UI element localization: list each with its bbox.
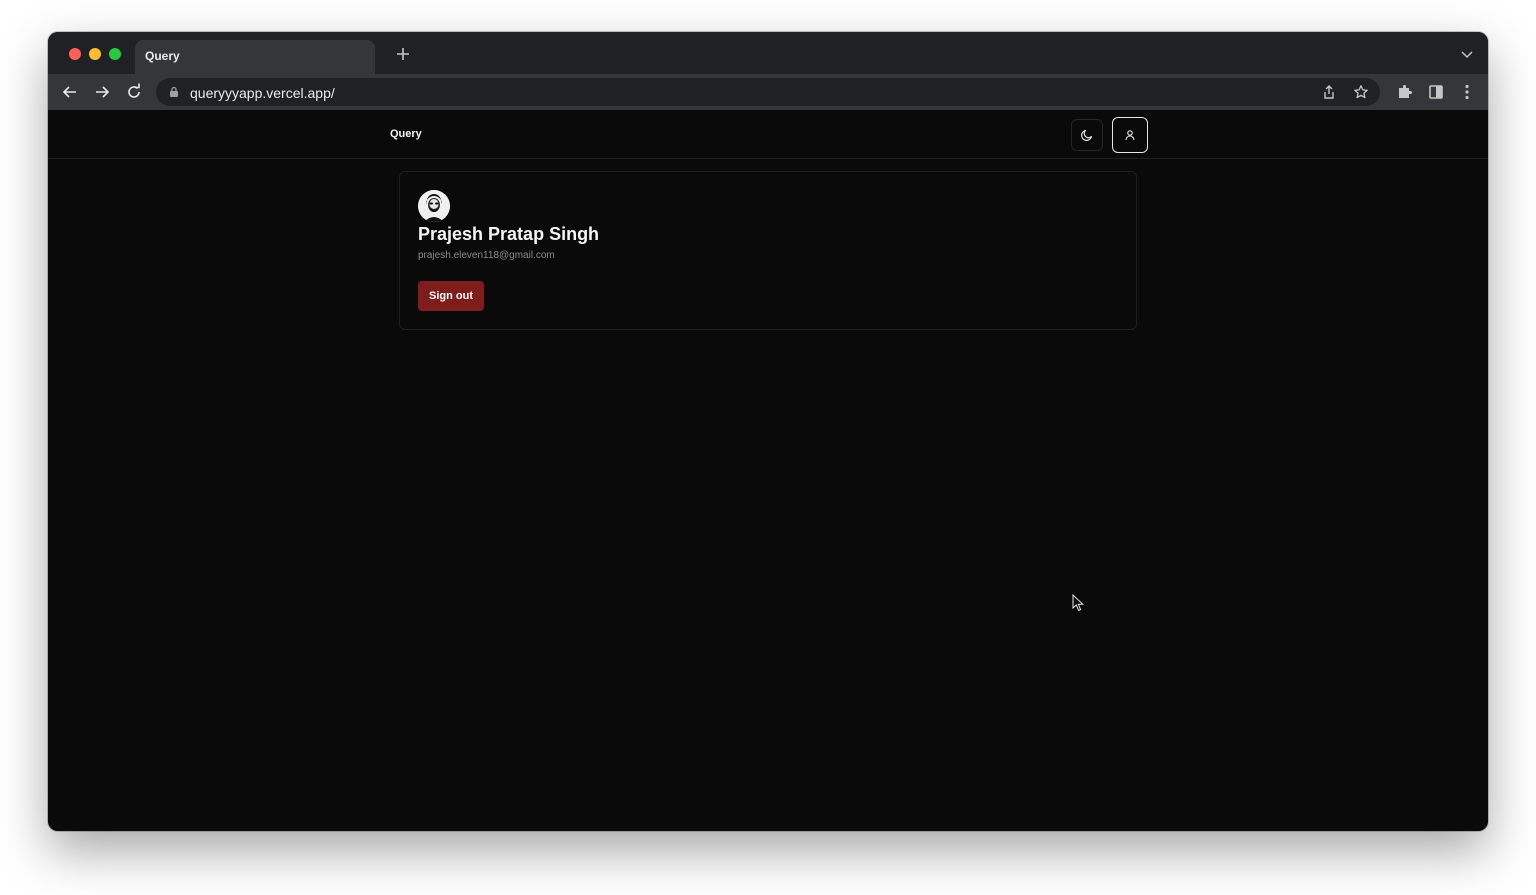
moon-icon — [1081, 129, 1093, 141]
forward-icon — [96, 86, 110, 98]
extensions-button[interactable] — [1395, 82, 1415, 102]
avatar-image — [418, 190, 450, 222]
tab-title: Query — [145, 49, 180, 63]
minimize-window-button[interactable] — [89, 48, 101, 60]
back-button[interactable] — [60, 82, 80, 102]
browser-window: Query queryyyapp.vercel.app/ Query Praje… — [48, 32, 1488, 831]
side-panel-button[interactable] — [1426, 82, 1446, 102]
more-vert-icon — [1465, 84, 1469, 100]
sign-out-button[interactable]: Sign out — [418, 281, 484, 311]
star-icon — [1354, 85, 1368, 99]
side-panel-icon — [1429, 85, 1443, 99]
close-window-button[interactable] — [69, 48, 81, 60]
tab-query[interactable]: Query — [135, 40, 375, 74]
tab-strip: Query — [48, 32, 1488, 74]
profile-button[interactable] — [1112, 117, 1148, 153]
reload-icon — [128, 83, 140, 98]
puzzle-icon — [1399, 85, 1412, 98]
web-page: Query Prajesh Pratap Singh prajesh.eleve… — [48, 110, 1488, 831]
app-header: Query — [48, 110, 1488, 159]
reload-button[interactable] — [124, 82, 144, 102]
chevron-down-icon — [1461, 51, 1473, 59]
mouse-cursor-icon — [1072, 594, 1084, 612]
maximize-window-button[interactable] — [109, 48, 121, 60]
forward-button[interactable] — [92, 82, 112, 102]
share-button[interactable] — [1321, 84, 1337, 100]
brand-link[interactable]: Query — [390, 128, 422, 140]
share-icon — [1324, 85, 1334, 99]
bookmark-button[interactable] — [1353, 84, 1369, 100]
url-text: queryyyapp.vercel.app/ — [190, 85, 335, 101]
browser-menu-button[interactable] — [1457, 82, 1477, 102]
lock-icon — [170, 86, 178, 97]
theme-toggle-button[interactable] — [1071, 119, 1103, 151]
profile-card: Prajesh Pratap Singh prajesh.eleven118@g… — [399, 171, 1137, 330]
user-icon — [1125, 130, 1135, 141]
address-bar[interactable]: queryyyapp.vercel.app/ — [156, 78, 1380, 106]
browser-toolbar: queryyyapp.vercel.app/ — [48, 74, 1488, 110]
back-icon — [62, 86, 76, 98]
user-email: prajesh.eleven118@gmail.com — [418, 250, 555, 261]
tab-search-button[interactable] — [1460, 47, 1474, 61]
plus-icon — [397, 48, 409, 60]
avatar — [418, 190, 450, 222]
user-name: Prajesh Pratap Singh — [418, 224, 600, 244]
new-tab-button[interactable] — [393, 44, 413, 64]
